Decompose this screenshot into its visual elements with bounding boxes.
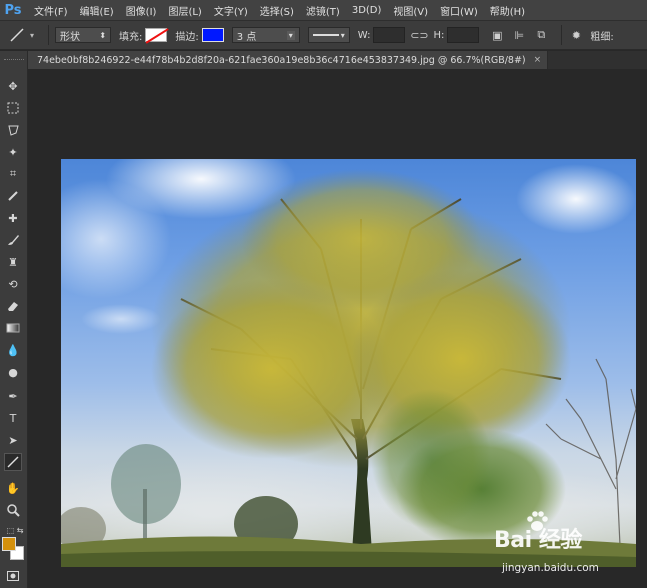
zoom-tool-icon[interactable] [4, 501, 22, 519]
photoshop-window: Ps 文件(F) 编辑(E) 图像(I) 图层(L) 文字(Y) 选择(S) 滤… [0, 0, 647, 588]
tool-mode-dropdown[interactable]: 形状 ⬍ [55, 27, 112, 43]
height-label: H: [433, 29, 445, 41]
tool-preset-caret-icon[interactable]: ▾ [30, 31, 34, 40]
eyedropper-tool-icon[interactable] [4, 187, 22, 205]
link-icon[interactable]: ⊂⊃ [410, 27, 428, 43]
gear-icon[interactable]: ✹ [568, 27, 584, 43]
path-operations-icon[interactable]: ▣ [489, 27, 505, 43]
width-label: W: [357, 29, 371, 41]
chevron-down-icon: ▾ [340, 30, 345, 40]
menu-bar: Ps 文件(F) 编辑(E) 图像(I) 图层(L) 文字(Y) 选择(S) 滤… [0, 0, 647, 20]
healing-brush-tool-icon[interactable]: ✚ [4, 209, 22, 227]
document-tab-bar: 74ebe0bf8b246922-e44f78b4b2d8f20a-621fae… [28, 51, 647, 69]
path-arrangement-icon[interactable]: ⧉ [533, 27, 549, 43]
lasso-tool-icon[interactable] [4, 121, 22, 139]
menu-select[interactable]: 选择(S) [260, 3, 294, 18]
chevron-down-icon: ▾ [286, 30, 295, 40]
menu-edit[interactable]: 编辑(E) [80, 3, 114, 18]
stroke-type-dropdown[interactable]: ▾ [307, 27, 350, 43]
tool-mode-value: 形状 [60, 31, 81, 43]
pen-tool-icon[interactable]: ✒ [4, 387, 22, 405]
chevron-down-icon: ⬍ [99, 30, 107, 40]
tools-panel: ✥ ✦ ⌗ ✚ ♜ ⟲ 💧 ● ✒ T ➤ ✋ ⬚ ⇆ [0, 51, 28, 588]
line-tool-preset-icon[interactable] [6, 24, 28, 46]
menu-view[interactable]: 视图(V) [393, 3, 428, 18]
color-swatches [2, 537, 26, 563]
menu-layer[interactable]: 图层(L) [168, 3, 201, 18]
width-input[interactable] [373, 27, 406, 43]
options-bar: ▾ 形状 ⬍ 填充: 描边: 3 点 ▾ ▾ W: ⊂⊃ H: ▣ ⊫ ⧉ ✹ … [0, 20, 647, 50]
menu-help[interactable]: 帮助(H) [490, 3, 525, 18]
hand-tool-icon[interactable]: ✋ [4, 479, 22, 497]
baidu-watermark: Bai 经验 jingyan.baidu.com [486, 510, 636, 585]
marquee-tool-icon[interactable] [4, 99, 22, 117]
watermark-main-text: Bai 经验 [494, 528, 582, 553]
menu-filter[interactable]: 滤镜(T) [306, 3, 340, 18]
divider [561, 25, 563, 45]
menu-window[interactable]: 窗口(W) [440, 3, 478, 18]
document-tab[interactable]: 74ebe0bf8b246922-e44f78b4b2d8f20a-621fae… [28, 51, 549, 69]
type-tool-icon[interactable]: T [4, 409, 22, 427]
close-icon[interactable]: × [534, 55, 542, 65]
move-tool-icon[interactable]: ✥ [4, 77, 22, 95]
dodge-tool-icon[interactable]: ● [4, 363, 22, 381]
menu-type[interactable]: 文字(Y) [214, 3, 248, 18]
canvas-image[interactable] [61, 159, 636, 567]
quick-mask-icon[interactable] [4, 567, 22, 585]
weight-label: 粗细: [590, 31, 614, 43]
gradient-tool-icon[interactable] [4, 319, 22, 337]
line-tool-icon[interactable] [4, 453, 22, 471]
menu-image[interactable]: 图像(I) [126, 3, 157, 18]
path-selection-tool-icon[interactable]: ➤ [4, 431, 22, 449]
watermark-url-text: jingyan.baidu.com [502, 562, 599, 574]
eraser-tool-icon[interactable] [4, 297, 22, 315]
fill-swatch[interactable] [145, 28, 168, 42]
stroke-width-value: 3 点 [236, 31, 257, 43]
stroke-width-dropdown[interactable]: 3 点 ▾ [231, 27, 300, 43]
stroke-label: 描边: [175, 31, 199, 43]
stroke-type-line-icon [312, 34, 339, 36]
brush-tool-icon[interactable] [4, 231, 22, 249]
document-tab-title: 74ebe0bf8b246922-e44f78b4b2d8f20a-621fae… [37, 54, 526, 66]
magic-wand-tool-icon[interactable]: ✦ [4, 143, 22, 161]
height-input[interactable] [447, 27, 480, 43]
crop-tool-icon[interactable]: ⌗ [4, 165, 22, 183]
fill-label: 填充: [119, 31, 143, 43]
menu-file[interactable]: 文件(F) [34, 3, 68, 18]
ps-logo: Ps [4, 2, 22, 18]
tree-photo [61, 159, 636, 567]
menu-3d[interactable]: 3D(D) [352, 5, 382, 16]
divider [48, 25, 50, 45]
history-brush-tool-icon[interactable]: ⟲ [4, 275, 22, 293]
path-alignment-icon[interactable]: ⊫ [511, 27, 527, 43]
foreground-color-swatch[interactable] [2, 537, 16, 551]
clone-stamp-tool-icon[interactable]: ♜ [4, 253, 22, 271]
blur-tool-icon[interactable]: 💧 [4, 341, 22, 359]
stroke-swatch[interactable] [201, 28, 224, 42]
panel-grip[interactable] [4, 59, 24, 61]
